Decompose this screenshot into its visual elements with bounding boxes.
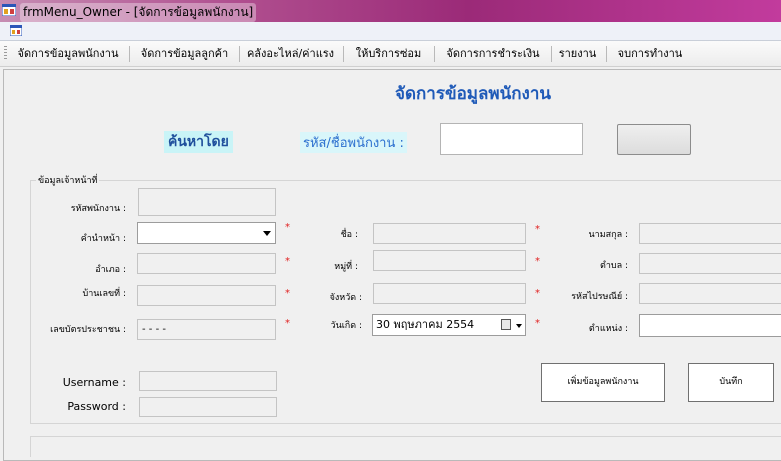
province-label: จังหวัด : bbox=[329, 293, 362, 303]
prefix-combobox[interactable] bbox=[137, 222, 276, 244]
menu-item-customer[interactable]: จัดการข้อมูลลูกค้า bbox=[134, 41, 235, 66]
menu-separator bbox=[239, 46, 240, 62]
position-field[interactable] bbox=[639, 314, 781, 337]
birthdate-value: 30 พฤษภาคม 2554 bbox=[376, 318, 475, 331]
last-name-label: นามสกุล : bbox=[588, 230, 629, 240]
password-field[interactable] bbox=[139, 397, 277, 417]
district-field[interactable] bbox=[137, 253, 276, 274]
mdi-bar bbox=[0, 22, 781, 41]
menu-bar: จัดการข้อมูลพนักงาน จัดการข้อมูลลูกค้า ค… bbox=[0, 41, 781, 67]
menu-item-report[interactable]: รายงาน bbox=[555, 41, 600, 66]
first-name-label: ชื่อ : bbox=[340, 230, 358, 240]
required-mark: * bbox=[285, 256, 290, 267]
village-label: หมู่ที่ : bbox=[334, 262, 358, 272]
required-mark: * bbox=[535, 318, 540, 329]
app-icon bbox=[2, 4, 16, 16]
emp-id-label: รหัสพนักงาน : bbox=[70, 204, 126, 214]
menu-grip[interactable] bbox=[4, 46, 7, 61]
menu-separator bbox=[343, 46, 344, 62]
last-name-field[interactable] bbox=[639, 223, 781, 244]
required-mark: * bbox=[285, 222, 290, 233]
position-label: ตำแหน่ง : bbox=[588, 324, 628, 334]
province-field[interactable] bbox=[373, 283, 526, 304]
postcode-label: รหัสไปรษณีย์ : bbox=[571, 292, 628, 302]
username-field[interactable] bbox=[139, 371, 277, 391]
subdistrict-label: ตำบล : bbox=[599, 261, 628, 271]
menu-separator bbox=[606, 46, 607, 62]
required-mark: * bbox=[535, 288, 540, 299]
search-criteria-label: รหัส/ชื่อพนักงาน : bbox=[300, 132, 407, 153]
menu-item-repair-service[interactable]: ให้บริการซ่อม bbox=[347, 41, 430, 66]
id-card-label: เลขบัตรประชาชน : bbox=[50, 325, 126, 335]
search-button[interactable] bbox=[617, 124, 691, 155]
subdistrict-field[interactable] bbox=[639, 253, 781, 274]
save-button[interactable]: บันทึก bbox=[688, 363, 774, 402]
menu-separator bbox=[129, 46, 130, 62]
menu-item-employee[interactable]: จัดการข้อมูลพนักงาน bbox=[12, 41, 124, 66]
search-input[interactable] bbox=[440, 123, 583, 155]
add-employee-button[interactable]: เพิ่มข้อมูลพนักงาน bbox=[541, 363, 665, 402]
house-no-field[interactable] bbox=[137, 285, 276, 306]
required-mark: * bbox=[535, 256, 540, 267]
menu-item-parts-labor[interactable]: คลังอะไหล่/ค่าแรง bbox=[243, 41, 338, 66]
groupbox-title: ข้อมูลเจ้าหน้าที่ bbox=[36, 173, 100, 187]
required-mark: * bbox=[535, 224, 540, 235]
emp-id-field[interactable] bbox=[138, 188, 276, 216]
chevron-down-icon[interactable] bbox=[516, 324, 522, 328]
calendar-icon[interactable] bbox=[501, 319, 511, 330]
first-name-field[interactable] bbox=[373, 223, 526, 244]
menu-item-exit[interactable]: จบการทำงาน bbox=[611, 41, 689, 66]
village-field[interactable] bbox=[373, 250, 526, 271]
bottom-groupbox bbox=[30, 436, 781, 457]
window-title: frmMenu_Owner - [จัดการข้อมูลพนักงาน] bbox=[20, 3, 257, 22]
id-card-field[interactable]: - - - - bbox=[137, 319, 276, 340]
prefix-label: คำนำหน้า : bbox=[80, 234, 126, 244]
required-mark: * bbox=[285, 318, 290, 329]
district-label: อำเภอ : bbox=[95, 265, 126, 275]
mdi-child-icon[interactable] bbox=[10, 25, 22, 36]
required-mark: * bbox=[285, 288, 290, 299]
house-no-label: บ้านเลขที่ : bbox=[82, 289, 127, 299]
birthdate-picker[interactable]: 30 พฤษภาคม 2554 bbox=[372, 314, 526, 336]
menu-separator bbox=[551, 46, 552, 62]
username-label: Username : bbox=[62, 376, 126, 389]
search-by-label: ค้นหาโดย bbox=[164, 131, 233, 153]
form-heading: จัดการข้อมูลพนักงาน bbox=[395, 84, 552, 104]
birthdate-label: วันเกิด : bbox=[330, 321, 362, 331]
title-bar: frmMenu_Owner - [จัดการข้อมูลพนักงาน] bbox=[0, 0, 781, 22]
menu-separator bbox=[434, 46, 435, 62]
chevron-down-icon[interactable] bbox=[263, 231, 271, 236]
menu-item-payment[interactable]: จัดการการชำระเงิน bbox=[438, 41, 548, 66]
postcode-field[interactable] bbox=[639, 283, 781, 304]
password-label: Password : bbox=[67, 400, 126, 413]
